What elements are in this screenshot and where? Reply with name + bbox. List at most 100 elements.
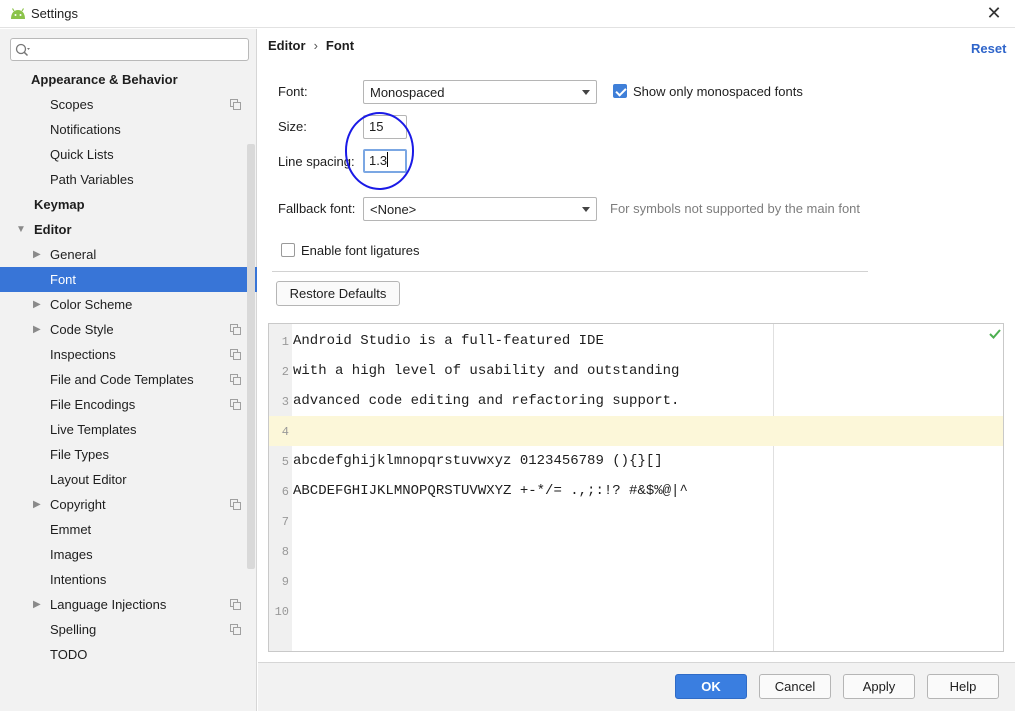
line-number: 8 xyxy=(281,545,289,559)
sidebar-item[interactable]: ▼ Editor xyxy=(0,217,257,242)
sidebar-item-label: Layout Editor xyxy=(50,472,127,487)
preview-text: with a high level of usability and outst… xyxy=(293,363,680,379)
sidebar-item-label: Images xyxy=(50,547,93,562)
collapse-arrow-icon[interactable]: ▶ xyxy=(33,492,41,517)
settings-tree: Appearance & Behavior Scopes Notifications… xyxy=(0,67,257,667)
collapse-arrow-icon[interactable]: ▶ xyxy=(33,592,41,617)
search-icon xyxy=(15,43,30,57)
sidebar-item[interactable]: Images xyxy=(0,542,257,567)
fallback-label: Fallback font: xyxy=(278,201,356,216)
project-scope-icon xyxy=(230,374,241,385)
collapse-arrow-icon[interactable]: ▶ xyxy=(33,242,41,267)
size-input[interactable]: 15 xyxy=(363,115,407,139)
sidebar-item[interactable]: Inspections xyxy=(0,342,257,367)
sidebar-item[interactable]: Path Variables xyxy=(0,167,257,192)
chevron-down-icon xyxy=(582,207,590,212)
sidebar-item-label: Path Variables xyxy=(50,172,134,187)
breadcrumb-parent[interactable]: Editor xyxy=(268,38,306,53)
sidebar-item[interactable]: File Encodings xyxy=(0,392,257,417)
sidebar-item[interactable]: Notifications xyxy=(0,117,257,142)
font-select[interactable]: Monospaced xyxy=(363,80,597,104)
sidebar-item[interactable]: ▶ General xyxy=(0,242,257,267)
ligatures-label[interactable]: Enable font ligatures xyxy=(301,243,420,258)
search-input[interactable] xyxy=(35,41,243,58)
sidebar-item[interactable]: TODO xyxy=(0,642,257,667)
chevron-down-icon xyxy=(582,90,590,95)
show-mono-checkbox[interactable] xyxy=(613,84,627,98)
text-caret xyxy=(387,152,389,167)
preview-line: 1 Android Studio is a full-featured IDE xyxy=(269,326,1003,356)
preview-line: 5 abcdefghijklmnopqrstuvwxyz 0123456789 (… xyxy=(269,446,1003,476)
line-number: 2 xyxy=(281,365,289,379)
project-scope-icon xyxy=(230,324,241,335)
line-number: 3 xyxy=(281,395,289,409)
sidebar-item-label: Keymap xyxy=(34,197,85,212)
font-label: Font: xyxy=(278,84,308,99)
sidebar-item-label: Copyright xyxy=(50,497,106,512)
fallback-hint: For symbols not supported by the main fo… xyxy=(610,201,861,216)
apply-button[interactable]: Apply xyxy=(843,674,915,699)
sidebar-item[interactable]: Emmet xyxy=(0,517,257,542)
sidebar-item[interactable]: ▶ Copyright xyxy=(0,492,257,517)
sidebar-item-label: Color Scheme xyxy=(50,297,133,312)
sidebar-item[interactable]: Font xyxy=(0,267,257,292)
sidebar-item[interactable]: Quick Lists xyxy=(0,142,257,167)
sidebar-item[interactable]: Scopes xyxy=(0,92,257,117)
project-scope-icon xyxy=(230,349,241,360)
sidebar-item-label: Scopes xyxy=(50,97,94,112)
preview-text: advanced code editing and refactoring su… xyxy=(293,393,680,409)
close-icon[interactable]: ✕ xyxy=(981,2,1007,24)
line-number: 5 xyxy=(281,455,289,469)
sidebar-item-label: File and Code Templates xyxy=(50,372,194,387)
sidebar-item[interactable]: ▶ Color Scheme xyxy=(0,292,257,317)
collapse-arrow-icon[interactable]: ▶ xyxy=(33,292,41,317)
sidebar-item[interactable]: Intentions xyxy=(0,567,257,592)
sidebar-item[interactable]: Appearance & Behavior xyxy=(0,67,257,92)
project-scope-icon xyxy=(230,624,241,635)
restore-defaults-button[interactable]: Restore Defaults xyxy=(276,281,400,306)
search-box[interactable] xyxy=(10,38,249,61)
sidebar-item-label: Font xyxy=(50,272,77,287)
sidebar-item[interactable]: Live Templates xyxy=(0,417,257,442)
sidebar-item[interactable]: ▶ Language Injections xyxy=(0,592,257,617)
preview-text: Android Studio is a full-featured IDE xyxy=(293,333,604,349)
line-number: 4 xyxy=(281,425,289,439)
font-preview-editor[interactable]: 1 Android Studio is a full-featured IDE 2 w… xyxy=(268,323,1004,652)
show-mono-label[interactable]: Show only monospaced fonts xyxy=(633,84,803,99)
cancel-button[interactable]: Cancel xyxy=(759,674,831,699)
divider xyxy=(272,271,868,272)
font-select-value: Monospaced xyxy=(370,85,445,100)
preview-line: 2 with a high level of usability and outs… xyxy=(269,356,1003,386)
help-button[interactable]: Help xyxy=(927,674,999,699)
sidebar-item[interactable]: File Types xyxy=(0,442,257,467)
preview-line: 10 xyxy=(269,596,1003,626)
line-spacing-value: 1.3 xyxy=(369,153,388,168)
check-icon xyxy=(989,329,1001,339)
sidebar-scrollbar[interactable] xyxy=(247,144,255,569)
sidebar-item-label: File Types xyxy=(50,447,110,462)
sidebar-item-label: File Encodings xyxy=(50,397,136,412)
sidebar-item-label: Code Style xyxy=(50,322,114,337)
line-number: 10 xyxy=(274,605,289,619)
breadcrumb-separator: › xyxy=(313,38,318,53)
sidebar-item[interactable]: File and Code Templates xyxy=(0,367,257,392)
sidebar-item[interactable]: Keymap xyxy=(0,192,257,217)
preview-line: 3 advanced code editing and refactoring s… xyxy=(269,386,1003,416)
ok-button[interactable]: OK xyxy=(675,674,747,699)
sidebar-item[interactable]: Spelling xyxy=(0,617,257,642)
collapse-arrow-icon[interactable]: ▶ xyxy=(33,317,41,342)
sidebar-item[interactable]: Layout Editor xyxy=(0,467,257,492)
project-scope-icon xyxy=(230,599,241,610)
sidebar-item-label: Appearance & Behavior xyxy=(31,72,178,87)
ligatures-checkbox[interactable] xyxy=(281,243,295,257)
sidebar-item-label: Quick Lists xyxy=(50,147,114,162)
window-title: Settings xyxy=(31,6,78,21)
line-spacing-input[interactable]: 1.3 xyxy=(363,149,407,173)
reset-link[interactable]: Reset xyxy=(971,41,1006,56)
sidebar-item-label: Spelling xyxy=(50,622,97,637)
fallback-select[interactable]: <None> xyxy=(363,197,597,221)
sidebar-item[interactable]: ▶ Code Style xyxy=(0,317,257,342)
sidebar-item-label: Editor xyxy=(34,222,72,237)
sidebar-item-label: Notifications xyxy=(50,122,121,137)
expand-arrow-icon[interactable]: ▼ xyxy=(16,217,26,242)
